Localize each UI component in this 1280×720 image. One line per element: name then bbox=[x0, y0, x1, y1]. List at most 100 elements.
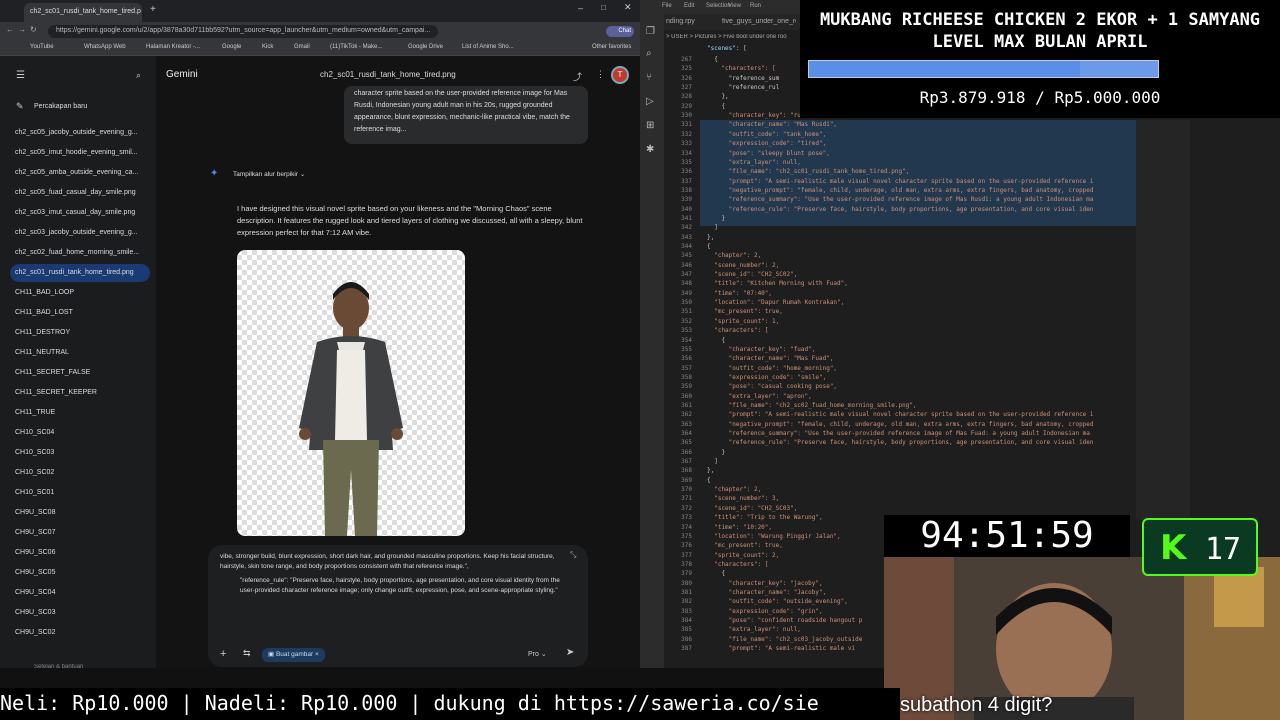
line-number: 351 bbox=[681, 308, 692, 316]
avatar[interactable]: T bbox=[611, 66, 629, 84]
gemini-spark-icon: ✦ bbox=[210, 168, 219, 179]
bug-icon[interactable]: ✱ bbox=[646, 144, 654, 155]
line-number: 386 bbox=[681, 635, 692, 643]
profile-chat-button[interactable]: Chat bbox=[606, 26, 634, 37]
bookmark-tiktok[interactable]: (11)TikTok - Make... bbox=[330, 44, 382, 50]
sidebar-item[interactable]: CH11_SECRET_FALSE bbox=[15, 364, 150, 382]
code-line: "prompt": "A semi-realistic male visual … bbox=[707, 177, 1094, 185]
prompt-text-line-1: vibe, stronger build, blunt expression, … bbox=[220, 553, 555, 571]
extensions-icon[interactable]: ⊞ bbox=[646, 120, 654, 131]
line-number: 328 bbox=[681, 93, 692, 101]
line-number: 331 bbox=[681, 121, 692, 129]
reload-icon[interactable]: ↻ bbox=[30, 25, 37, 34]
line-number: 356 bbox=[681, 355, 692, 363]
sidebar-item[interactable]: ch2_sc05_amba_outside_evening_ca... bbox=[15, 164, 150, 182]
sidebar-item[interactable]: CH10_SC03 bbox=[15, 444, 150, 462]
add-icon[interactable]: + bbox=[220, 648, 226, 660]
bookmark-whatsapp[interactable]: WhatsApp Web bbox=[84, 44, 126, 50]
search-icon[interactable]: ⌕ bbox=[136, 70, 141, 81]
more-icon[interactable]: ⋮ bbox=[596, 69, 605, 80]
sidebar-item[interactable]: ch2_sc05_fuad_casual_day_smile.png bbox=[15, 184, 150, 202]
line-number: 350 bbox=[681, 299, 692, 307]
code-line: "expression_code": "tired", bbox=[707, 140, 827, 148]
generated-image[interactable] bbox=[237, 250, 465, 536]
sidebar-item[interactable]: CH10_SC04 bbox=[15, 424, 150, 442]
line-number: 348 bbox=[681, 280, 692, 288]
search-icon[interactable]: ⌕ bbox=[646, 48, 652, 59]
sidebar-item[interactable]: CH9U_SC06 bbox=[15, 544, 150, 562]
close-icon[interactable]: ✕ bbox=[624, 2, 632, 13]
menu-item[interactable]: Run bbox=[750, 3, 761, 9]
sidebar-item[interactable]: CH11_NEUTRAL bbox=[15, 344, 150, 362]
new-tab-icon[interactable]: + bbox=[150, 4, 156, 15]
line-number: 338 bbox=[681, 186, 692, 194]
minimize-icon[interactable]: – bbox=[578, 3, 583, 13]
bookmark-gmail[interactable]: Gmail bbox=[294, 44, 310, 50]
sidebar-item[interactable]: CH9U_SC08 bbox=[15, 504, 150, 522]
sidebar-item[interactable]: CH9U_SC07 bbox=[15, 524, 150, 542]
sidebar-item[interactable]: CH11_DESTROY bbox=[15, 324, 150, 342]
sidebar-item[interactable]: CH9U_SC02 bbox=[15, 624, 150, 642]
model-selector[interactable]: Pro ⌄ bbox=[528, 650, 547, 658]
sidebar-item[interactable]: ch2_sc05_imut_hoodie_evening_smil... bbox=[15, 144, 150, 162]
editor-tab-1[interactable]: nding.rpy bbox=[666, 18, 695, 25]
bookmark-anime[interactable]: List of Anime Sho... bbox=[462, 44, 514, 50]
minimap[interactable] bbox=[1136, 120, 1190, 520]
sidebar-item[interactable]: CH11_BAD_LOOP bbox=[15, 284, 150, 302]
sidebar-item[interactable]: ch2_sc05_jacoby_outside_evening_g... bbox=[15, 124, 150, 142]
sidebar-item[interactable]: CH11_SECRET_KEEPER bbox=[15, 384, 150, 402]
collapse-icon[interactable]: ⤡ bbox=[570, 550, 576, 560]
send-icon[interactable]: ➤ bbox=[566, 647, 574, 658]
menu-item[interactable]: View bbox=[728, 3, 741, 9]
bookmark-kick[interactable]: Kick bbox=[262, 44, 273, 50]
url-field[interactable]: https://gemini.google.com/u/2/app/3878a3… bbox=[48, 25, 438, 38]
new-chat-icon[interactable]: ✎ bbox=[16, 101, 24, 112]
tool-chip-create-image[interactable]: ▣ Buat gambar × bbox=[262, 648, 325, 662]
bookmark-youtube[interactable]: YouTube bbox=[30, 44, 54, 50]
sidebar-item[interactable]: CH10_SC02 bbox=[15, 464, 150, 482]
bookmark-drive[interactable]: Google Drive bbox=[408, 44, 443, 50]
menu-item[interactable]: Edit bbox=[684, 3, 694, 9]
run-debug-icon[interactable]: ▷ bbox=[646, 96, 654, 107]
back-icon[interactable]: ← bbox=[6, 25, 14, 34]
sidebar-item[interactable]: ch2_sc02_fuad_home_morning_smile... bbox=[15, 244, 150, 262]
show-thinking-toggle[interactable]: Tampilkan alur berpikir ⌄ bbox=[233, 170, 305, 178]
prompt-text[interactable]: vibe, stronger build, blunt expression, … bbox=[220, 552, 572, 597]
line-number: 382 bbox=[681, 598, 692, 606]
explorer-icon[interactable]: ❐ bbox=[646, 26, 655, 37]
bookmark-other[interactable]: Other favorites bbox=[592, 44, 631, 50]
code-line: "chapter": 2, bbox=[707, 252, 762, 260]
sidebar-item[interactable]: CH9U_SC05 bbox=[15, 564, 150, 582]
code-line: "scene_number": 3, bbox=[707, 495, 780, 503]
share-icon[interactable]: ⤴ bbox=[573, 70, 582, 83]
sidebar-item[interactable]: CH10_SC01 bbox=[15, 484, 150, 502]
tools-icon[interactable]: ⇆ bbox=[243, 648, 251, 659]
sidebar-item[interactable]: ch2_sc01_rusdi_tank_home_tired.png bbox=[10, 264, 150, 282]
bookmark-google[interactable]: Google bbox=[222, 44, 241, 50]
menu-item[interactable]: Selection bbox=[706, 3, 731, 9]
menu-icon[interactable]: ☰ bbox=[16, 70, 25, 81]
menu-item[interactable]: File bbox=[662, 3, 672, 9]
code-line: { bbox=[707, 336, 726, 344]
sidebar-item[interactable]: CH11_BAD_LOST bbox=[15, 304, 150, 322]
sidebar-item[interactable]: CH9U_SC03 bbox=[15, 604, 150, 622]
settings-button[interactable]: Setelan & bantuan bbox=[34, 664, 83, 668]
bookmark-kreator[interactable]: Halaman Kreator -... bbox=[146, 44, 200, 50]
browser-tab[interactable]: ch2_sc01_rusdi_tank_home_tired.p bbox=[24, 3, 142, 22]
chip-close-icon[interactable]: × bbox=[315, 651, 319, 658]
sidebar-item[interactable]: CH11_TRUE bbox=[15, 404, 150, 422]
sidebar-item[interactable]: ch2_sc03_imut_casual_day_smile.png bbox=[15, 204, 150, 222]
code-line: } bbox=[707, 448, 726, 456]
code-line: ] bbox=[707, 458, 718, 466]
source-control-icon[interactable]: ⑂ bbox=[646, 72, 652, 83]
forward-icon[interactable]: → bbox=[18, 25, 26, 34]
editor-tab-2[interactable]: five_guys_under_one_roo bbox=[722, 18, 796, 25]
line-number: 372 bbox=[681, 504, 692, 512]
code-line: "file_name": "ch2_sc02_fuad_home_morning… bbox=[707, 401, 917, 409]
line-number: 343 bbox=[681, 233, 692, 241]
new-chat-button[interactable]: Percakapan baru bbox=[34, 103, 87, 110]
sidebar-item[interactable]: CH9U_SC04 bbox=[15, 584, 150, 602]
code-line: "reference_sum bbox=[707, 74, 780, 82]
sidebar-item[interactable]: ch2_sc03_jacoby_outside_evening_g... bbox=[15, 224, 150, 242]
maximize-icon[interactable]: □ bbox=[601, 3, 606, 12]
